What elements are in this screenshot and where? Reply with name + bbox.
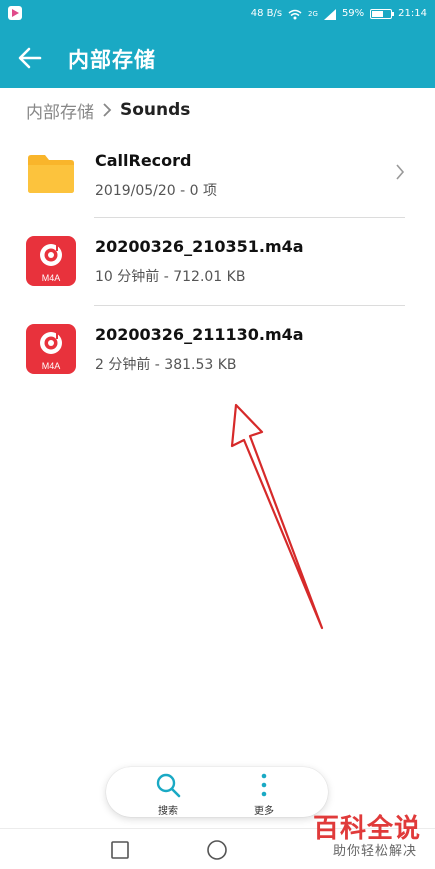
app-bar: 内部存储: [0, 28, 435, 88]
file-row-audio[interactable]: M4A 20200326_210351.m4a 10 分钟前 - 712.01 …: [0, 218, 435, 306]
file-name: CallRecord: [95, 151, 192, 170]
signal-icon: [323, 8, 336, 20]
file-badge: M4A: [42, 273, 61, 283]
video-app-icon: [8, 6, 22, 20]
m4a-audio-file-icon: M4A: [26, 324, 76, 374]
chevron-right-icon: [396, 164, 405, 180]
status-indicators: 48 B/s 2G 59% 21:14: [251, 7, 427, 21]
status-bar: 48 B/s 2G 59% 21:14: [0, 0, 435, 28]
breadcrumb-current: Sounds: [120, 100, 191, 120]
file-row-audio[interactable]: M4A 20200326_211130.m4a 2 分钟前 - 381.53 K…: [0, 306, 435, 394]
folder-icon: [28, 155, 74, 193]
file-row-callrecord[interactable]: CallRecord 2019/05/20 - 0 项: [0, 130, 435, 218]
more-label: 更多: [254, 806, 274, 817]
battery-fill: [372, 11, 384, 17]
file-meta: 2 分钟前 - 381.53 KB: [95, 357, 237, 373]
file-meta: 10 分钟前 - 712.01 KB: [95, 269, 246, 285]
wifi-icon: [288, 9, 302, 19]
m4a-audio-file-icon: M4A: [26, 236, 76, 286]
page-title: 内部存储: [68, 48, 156, 72]
search-button[interactable]: 搜索: [138, 771, 198, 817]
battery-icon: [370, 9, 395, 19]
search-icon: [156, 773, 181, 798]
clock: 21:14: [398, 8, 427, 19]
battery-percent: 59%: [341, 8, 365, 19]
network-type: 2G: [308, 10, 318, 18]
file-badge: M4A: [42, 361, 61, 371]
file-name: 20200326_210351.m4a: [95, 237, 304, 256]
chevron-right-icon: [103, 103, 112, 117]
search-label: 搜索: [158, 806, 178, 817]
watermark-subtitle: 助你轻松解决: [332, 844, 417, 859]
back-arrow-icon[interactable]: [14, 42, 46, 74]
recents-square-icon[interactable]: [110, 840, 130, 860]
file-name: 20200326_211130.m4a: [95, 325, 304, 344]
watermark-logo: 百科全说 助你轻松解决: [311, 808, 421, 866]
file-list: CallRecord 2019/05/20 - 0 项 M4A 20200326…: [0, 130, 435, 394]
network-speed: 48 B/s: [250, 8, 283, 19]
more-vertical-icon: [261, 773, 267, 797]
breadcrumb-root[interactable]: 内部存储: [26, 98, 94, 123]
breadcrumb: 内部存储 Sounds: [26, 97, 190, 123]
bottom-toolbar: 搜索 更多: [106, 767, 328, 817]
more-button[interactable]: 更多: [234, 771, 294, 817]
home-circle-icon[interactable]: [206, 839, 228, 861]
file-meta: 2019/05/20 - 0 项: [95, 183, 218, 199]
